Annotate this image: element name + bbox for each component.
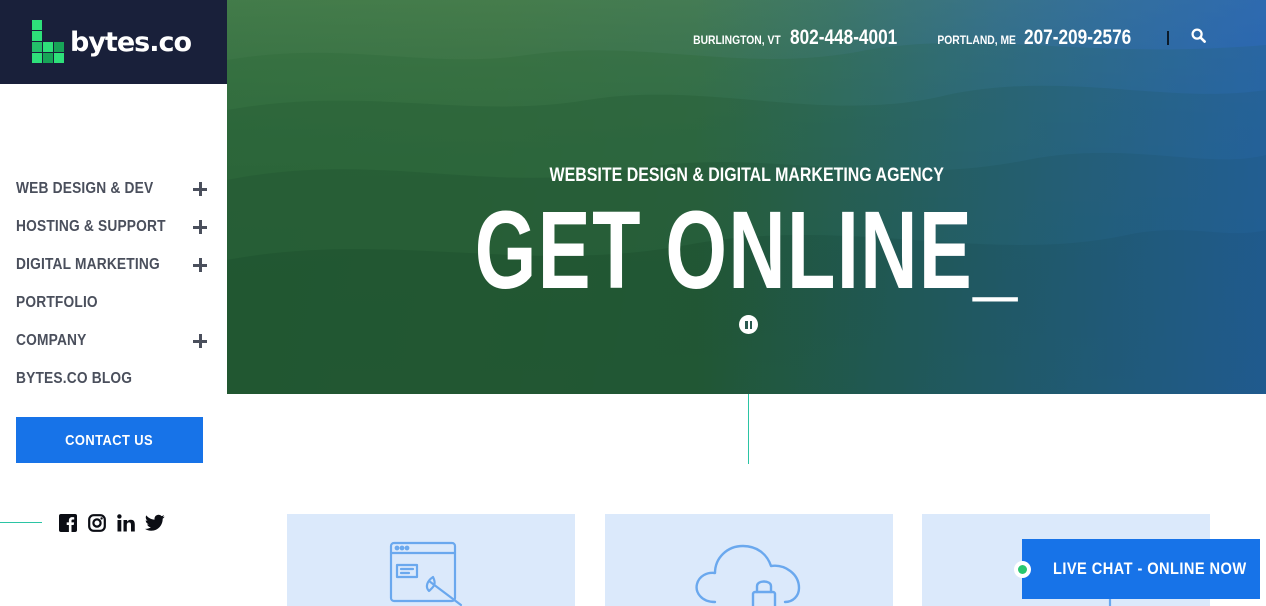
plus-icon[interactable]: [193, 220, 207, 234]
phone-burlington[interactable]: 802-448-4001: [790, 26, 897, 50]
header-divider: [1167, 31, 1169, 45]
cloud-hosting-icon: [695, 544, 801, 606]
live-chat-button[interactable]: LIVE CHAT - ONLINE NOW: [1014, 539, 1260, 599]
main-nav: WEB DESIGN & DEV HOSTING & SUPPORT DIGIT…: [16, 170, 211, 398]
linkedin-icon[interactable]: [116, 513, 136, 533]
plus-icon[interactable]: [193, 182, 207, 196]
live-chat-label: LIVE CHAT - ONLINE NOW: [1053, 559, 1247, 578]
instagram-icon[interactable]: [87, 513, 107, 533]
section-divider-line: [748, 394, 749, 464]
social-divider: [0, 522, 42, 523]
service-card-hosting[interactable]: [605, 514, 893, 606]
bytes-logo-icon: [32, 20, 64, 63]
nav-item-label: COMPANY: [16, 332, 87, 349]
pause-button[interactable]: [739, 315, 758, 334]
nav-item-portfolio[interactable]: PORTFOLIO: [16, 284, 211, 322]
twitter-icon[interactable]: [145, 513, 165, 533]
nav-item-company[interactable]: COMPANY: [16, 322, 211, 360]
nav-item-label: DIGITAL MARKETING: [16, 256, 160, 273]
hero-banner: BURLINGTON, VT 802-448-4001 PORTLAND, ME…: [227, 0, 1266, 394]
nav-item-digital-marketing[interactable]: DIGITAL MARKETING: [16, 246, 211, 284]
contact-us-label: CONTACT US: [65, 431, 154, 449]
nav-item-label: PORTFOLIO: [16, 294, 98, 311]
facebook-icon[interactable]: [58, 513, 78, 533]
website-design-icon: [389, 541, 463, 606]
plus-icon[interactable]: [193, 334, 207, 348]
social-links: [58, 513, 165, 533]
online-status-indicator: [1018, 565, 1027, 574]
hero-tagline-text: WEBSITE DESIGN & DIGITAL MARKETING AGENC…: [549, 165, 944, 186]
hero-tagline: WEBSITE DESIGN & DIGITAL MARKETING AGENC…: [227, 165, 1266, 187]
pause-icon: [745, 320, 748, 329]
nav-item-label: HOSTING & SUPPORT: [16, 218, 166, 235]
nav-item-label: BYTES.CO BLOG: [16, 370, 133, 387]
city-burlington: BURLINGTON, VT: [693, 33, 781, 47]
city-portland: PORTLAND, ME: [937, 33, 1016, 47]
online-status-icon: [1014, 561, 1031, 578]
nav-item-web-design[interactable]: WEB DESIGN & DEV: [16, 170, 211, 208]
brand-name: bytes.co: [70, 26, 192, 58]
hero-headline: GET ONLINE_: [227, 196, 1266, 306]
hero-headline-text: GET ONLINE_: [474, 189, 1019, 312]
pause-icon: [749, 320, 752, 329]
nav-item-hosting[interactable]: HOSTING & SUPPORT: [16, 208, 211, 246]
service-card-web-design[interactable]: [287, 514, 575, 606]
contact-bar: BURLINGTON, VT 802-448-4001 PORTLAND, ME…: [686, 26, 1206, 50]
nav-item-label: WEB DESIGN & DEV: [16, 180, 154, 197]
logo[interactable]: bytes.co: [0, 0, 227, 84]
phone-portland[interactable]: 207-209-2576: [1024, 26, 1131, 50]
search-icon[interactable]: [1191, 28, 1206, 48]
contact-us-button[interactable]: CONTACT US: [16, 417, 203, 463]
sidebar: bytes.co WEB DESIGN & DEV HOSTING & SUPP…: [0, 0, 227, 606]
plus-icon[interactable]: [193, 258, 207, 272]
nav-item-blog[interactable]: BYTES.CO BLOG: [16, 360, 211, 398]
